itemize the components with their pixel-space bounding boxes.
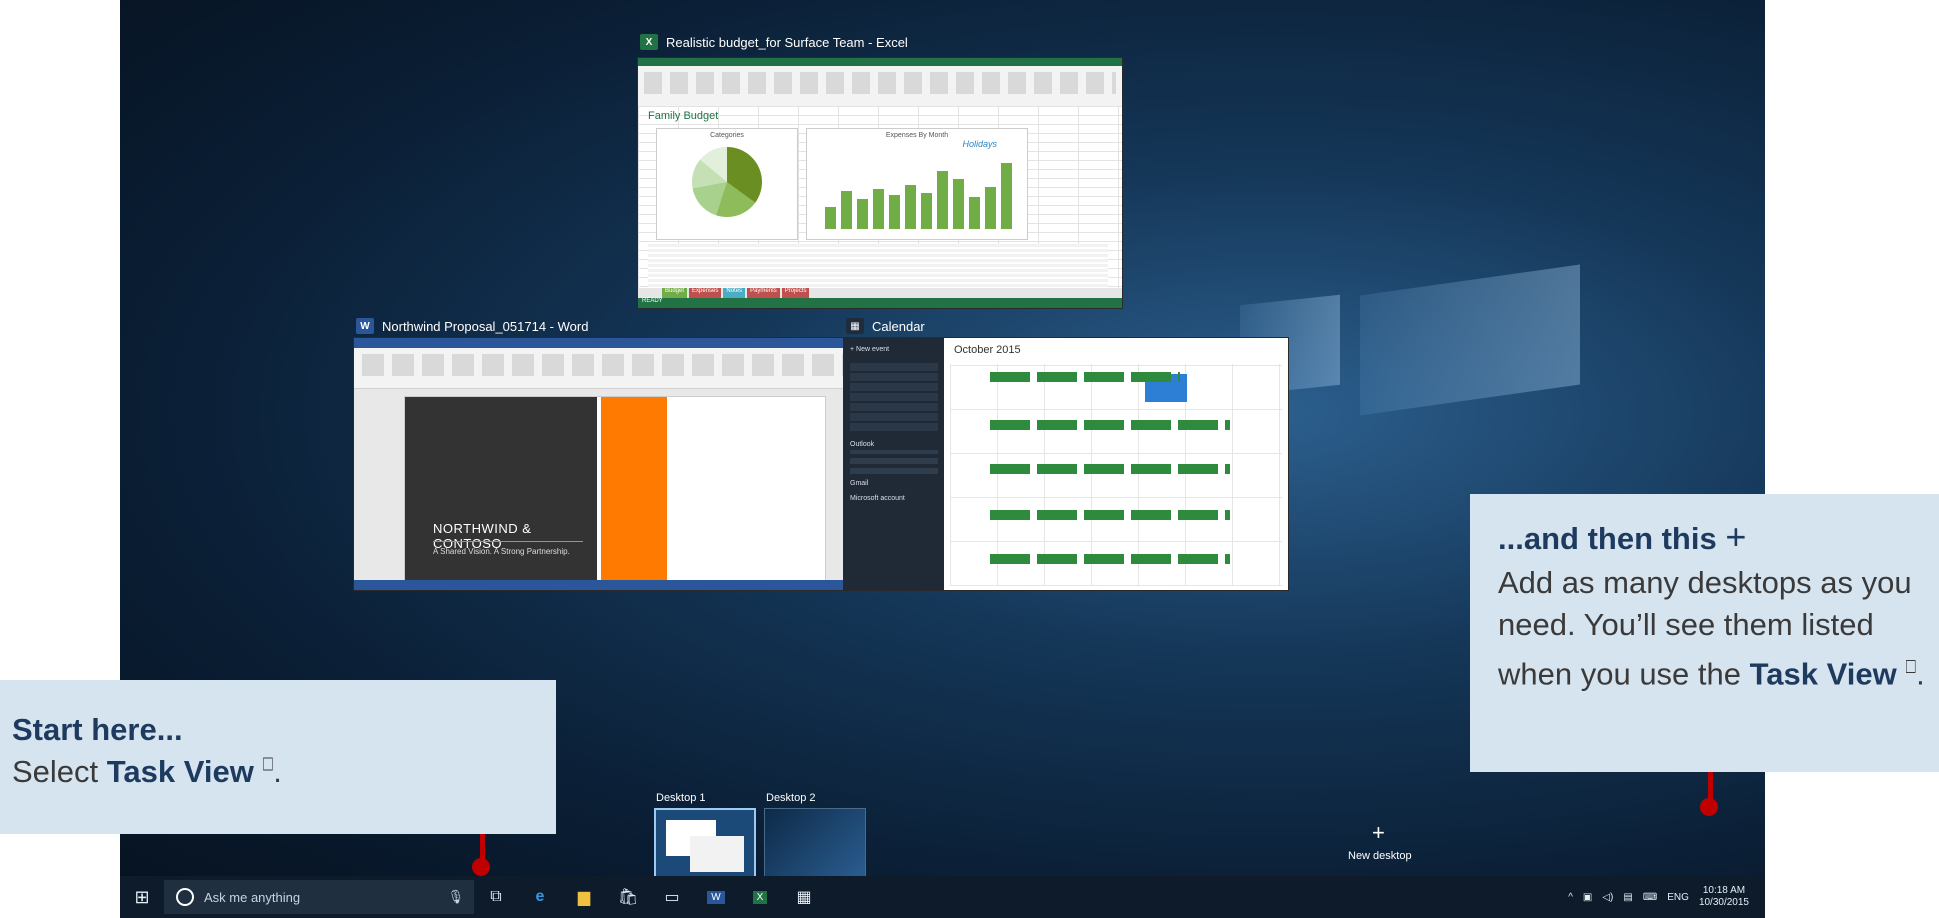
bar-chart: Expenses By Month Holidays (806, 128, 1028, 240)
new-desktop-pointer-dot (1700, 798, 1718, 816)
doc-subtitle: A Shared Vision. A Strong Partnership. (433, 547, 570, 556)
budget-table (648, 244, 1108, 292)
show-hidden-icons-icon[interactable]: ^ (1568, 892, 1573, 903)
taskbar: ⊞ Ask me anything 🎙 ⧉ e ▆ 🛍 ▭ W X ▦ ^ ▣ … (120, 876, 1765, 918)
calendar-main: October 2015 (944, 338, 1288, 590)
search-placeholder: Ask me anything (204, 889, 301, 905)
calendar-section[interactable]: Gmail (844, 474, 944, 489)
windows-start-icon[interactable]: ⊞ (120, 876, 164, 918)
keyboard-icon[interactable]: ⌨ (1643, 892, 1657, 903)
clock-date: 10/30/2015 (1698, 897, 1749, 908)
excel-icon: X (640, 34, 658, 50)
pie-shape (692, 147, 762, 217)
desktop-2-label: Desktop 2 (766, 792, 816, 804)
callout-left-body: Select Task View ⎕. (12, 754, 544, 790)
new-event-button[interactable]: + New event (844, 338, 944, 357)
excel-grid: Family Budget Categories Expenses By Mon… (638, 106, 1122, 296)
sheet-tab[interactable]: Projects (781, 288, 810, 298)
excel-window-title[interactable]: X Realistic budget_for Surface Team - Ex… (640, 34, 908, 50)
cover-orange-bar (601, 397, 667, 587)
calendar-sidebar: + New event Outlook Gmail Microsoft acco… (844, 338, 944, 590)
excel-status-bar: READY (638, 298, 1122, 308)
sheet-tab[interactable]: Expenses (689, 288, 722, 298)
volume-icon[interactable]: ◁) (1602, 892, 1613, 903)
excel-taskbar-icon[interactable]: X (738, 876, 782, 918)
store-icon[interactable]: 🛍 (606, 876, 650, 918)
new-desktop-plus[interactable]: + (1372, 820, 1385, 846)
excel-ribbon (638, 58, 1122, 107)
clock-time: 10:18 AM (1702, 885, 1746, 896)
plus-icon: + (1725, 516, 1747, 557)
callout-left-suffix: . (273, 754, 282, 789)
callout-right-body: Add as many desktops as you need. You’ll… (1498, 562, 1925, 695)
callout-right-heading-row: ...and then this + (1498, 516, 1925, 558)
task-view-icon[interactable]: ⧉ (474, 876, 518, 918)
calendar-window-title[interactable]: ▦ Calendar (846, 318, 925, 334)
word-taskbar-icon[interactable]: W (694, 876, 738, 918)
calendar-section[interactable]: Outlook (844, 435, 944, 450)
excel-title-text: Realistic budget_for Surface Team - Exce… (666, 34, 908, 50)
word-title-text: Northwind Proposal_051714 - Word (382, 318, 589, 334)
microphone-icon[interactable]: 🎙 (447, 889, 464, 905)
system-tray: ^ ▣ ◁) ▤ ⌨ ENG 10:18 AM 10/30/2015 (1568, 885, 1765, 909)
cortana-search-box[interactable]: Ask me anything 🎙 (164, 880, 474, 914)
pie-chart: Categories (656, 128, 798, 240)
wallpaper-beam (1360, 264, 1580, 416)
calendar-section[interactable]: Microsoft account (844, 489, 944, 504)
mini-calendar[interactable] (850, 361, 938, 431)
word-document-page: NORTHWIND & CONTOSO A Shared Vision. A S… (404, 396, 826, 588)
task-view-inline-icon: ⎕ (262, 754, 274, 775)
file-explorer-icon[interactable]: ▆ (562, 876, 606, 918)
pie-chart-title: Categories (710, 132, 744, 139)
task-view-inline-icon: ⎕ (1905, 657, 1917, 677)
new-desktop-label[interactable]: New desktop (1348, 850, 1412, 862)
callout-left-prefix: Select (12, 754, 107, 789)
calendar-month-grid (950, 364, 1282, 586)
clock[interactable]: 10:18 AM 10/30/2015 (1699, 885, 1749, 909)
sheet-tab[interactable]: Payments (747, 288, 780, 298)
cover-dark-panel: NORTHWIND & CONTOSO A Shared Vision. A S… (405, 397, 597, 587)
sheet-tab[interactable]: Notes (723, 288, 746, 298)
calendar-month-label: October 2015 (954, 344, 1021, 356)
holidays-annotation: Holidays (962, 139, 997, 149)
desktop-2-thumbnail[interactable] (764, 808, 866, 882)
language-indicator[interactable]: ENG (1667, 892, 1689, 903)
sheet-tab[interactable]: Budget (662, 288, 688, 298)
word-icon: W (356, 318, 374, 334)
add-desktops-callout: ...and then this + Add as many desktops … (1470, 494, 1939, 772)
start-here-callout: Start here... Select Task View ⎕. (0, 680, 556, 834)
task-view-pointer-dot (472, 858, 490, 876)
network-icon[interactable]: ▣ (1583, 892, 1592, 903)
remote-desktop-icon[interactable]: ▭ (650, 876, 694, 918)
bar-chart-title: Expenses By Month (885, 132, 949, 139)
desktop-1-label: Desktop 1 (656, 792, 706, 804)
calendar-window-thumbnail[interactable]: + New event Outlook Gmail Microsoft acco… (844, 338, 1288, 590)
action-center-icon[interactable]: ▤ (1623, 892, 1632, 903)
sheet-title: Family Budget (648, 110, 719, 122)
calendar-taskbar-icon[interactable]: ▦ (782, 876, 826, 918)
excel-sheet-tabs: Budget Expenses Notes Payments Projects (638, 288, 1122, 298)
edge-icon[interactable]: e (518, 876, 562, 918)
calendar-title-text: Calendar (872, 318, 925, 334)
callout-right-suffix: . (1916, 656, 1925, 692)
callout-right-bold: Task View (1749, 656, 1897, 692)
excel-status-text: READY (642, 298, 663, 304)
callout-right-heading: ...and then this (1498, 521, 1717, 556)
desktop-1-thumbnail[interactable] (654, 808, 756, 882)
calendar-app-icon: ▦ (846, 318, 864, 334)
cortana-circle-icon (176, 888, 194, 906)
callout-left-bold: Task View (106, 754, 254, 789)
word-window-title[interactable]: W Northwind Proposal_051714 - Word (356, 318, 588, 334)
excel-window-thumbnail[interactable]: Family Budget Categories Expenses By Mon… (638, 58, 1122, 308)
callout-left-heading: Start here... (12, 712, 183, 747)
